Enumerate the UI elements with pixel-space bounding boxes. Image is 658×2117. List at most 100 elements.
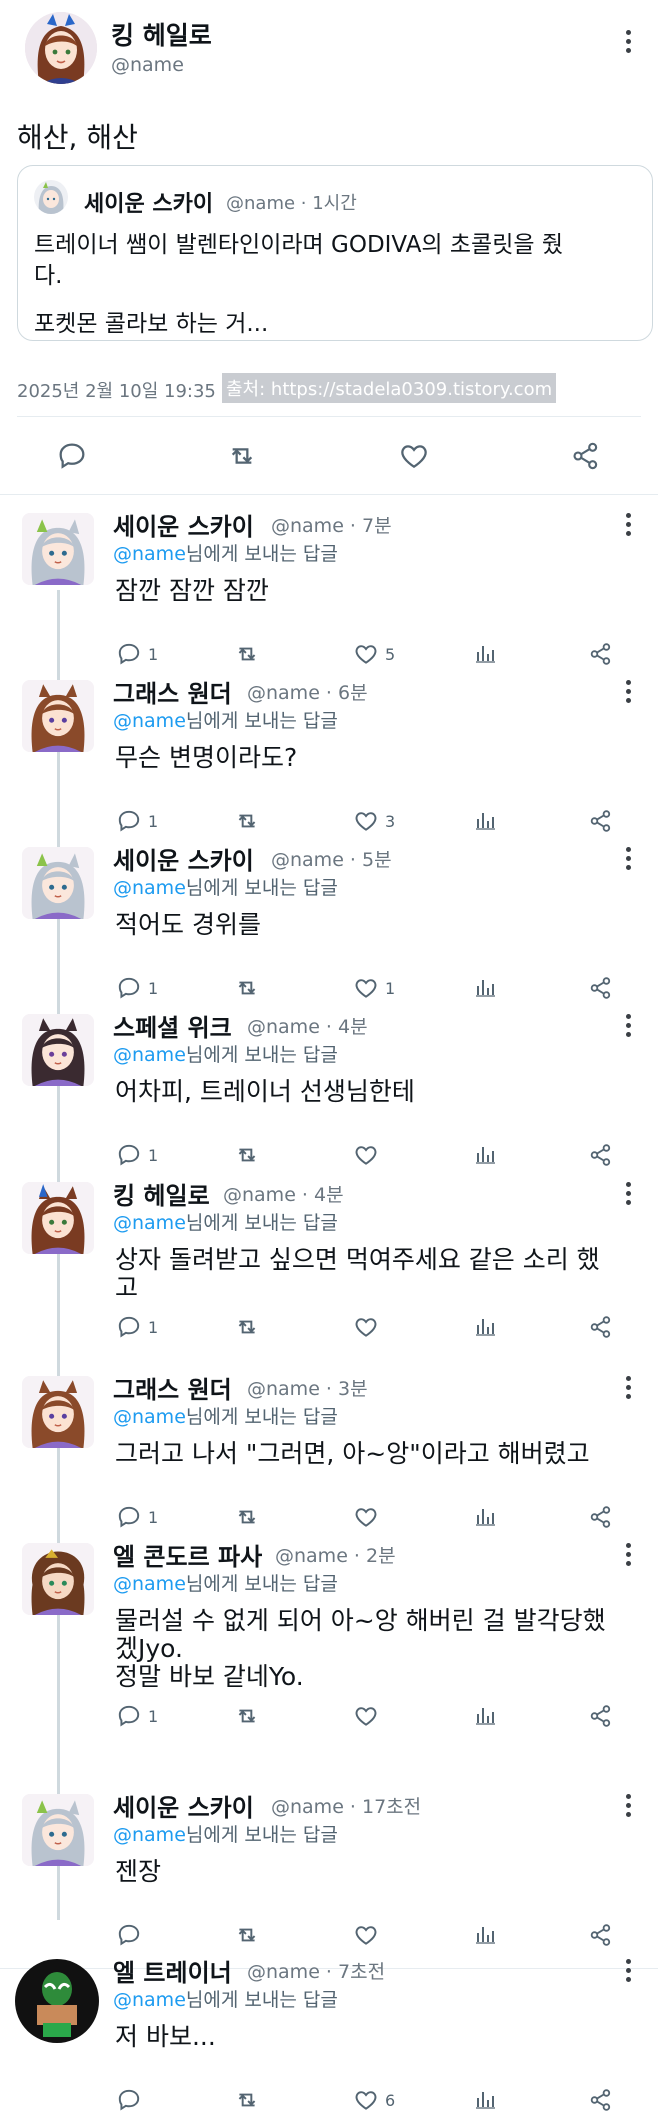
- reply-button[interactable]: 1: [116, 641, 158, 667]
- like-button[interactable]: [353, 1922, 385, 1948]
- retweet-button[interactable]: [233, 1703, 261, 1729]
- mention-link[interactable]: @name: [113, 1824, 186, 1846]
- author-name[interactable]: 세이운 스카이: [113, 1788, 254, 1823]
- mention-link[interactable]: @name: [113, 1044, 186, 1066]
- avatar[interactable]: [22, 680, 94, 752]
- like-button[interactable]: [353, 1142, 385, 1168]
- tweet-timestamp[interactable]: 2025년 2월 10일 19:35: [17, 377, 216, 403]
- analytics-button[interactable]: [473, 1922, 497, 1946]
- mention-link[interactable]: @name: [113, 1406, 186, 1428]
- more-options-icon[interactable]: [626, 1543, 632, 1570]
- reply-button[interactable]: 1: [116, 1703, 158, 1729]
- analytics-button[interactable]: [473, 1142, 497, 1166]
- more-options-icon[interactable]: [626, 1014, 632, 1041]
- author-meta[interactable]: @name · 5분: [271, 845, 392, 872]
- reply-button[interactable]: [116, 2087, 148, 2113]
- retweet-button[interactable]: [233, 1504, 261, 1530]
- retweet-button[interactable]: [233, 2087, 261, 2113]
- share-button[interactable]: [588, 975, 614, 1001]
- author-name[interactable]: 세이운 스카이: [113, 507, 254, 542]
- share-button[interactable]: [588, 1703, 614, 1729]
- avatar[interactable]: [22, 1543, 94, 1615]
- author-name[interactable]: 그래스 원더: [113, 1370, 232, 1405]
- avatar[interactable]: [22, 513, 94, 585]
- author-meta[interactable]: @name · 7분: [271, 511, 392, 538]
- more-options-icon[interactable]: [626, 513, 632, 540]
- avatar[interactable]: [22, 1182, 94, 1254]
- author-meta[interactable]: @name · 2분: [275, 1541, 396, 1568]
- author-name[interactable]: 세이운 스카이: [113, 841, 254, 876]
- share-button[interactable]: [588, 1142, 614, 1168]
- reply-button[interactable]: [116, 1922, 148, 1948]
- reply-icon[interactable]: [56, 440, 88, 472]
- share-button[interactable]: [588, 1922, 614, 1948]
- retweet-button[interactable]: [233, 1922, 261, 1948]
- like-button[interactable]: [353, 1504, 385, 1530]
- more-options-icon[interactable]: [626, 30, 632, 57]
- more-options-icon[interactable]: [626, 1794, 632, 1821]
- more-options-icon[interactable]: [626, 680, 632, 707]
- author-meta[interactable]: @name · 17초전: [271, 1792, 421, 1819]
- author-name[interactable]: 그래스 원더: [113, 674, 232, 709]
- quote-card[interactable]: 세이운 스카이 @name · 1시간 트레이너 쌤이 발렌타인이라며 GODI…: [17, 165, 653, 341]
- author-name[interactable]: 스페셜 위크: [113, 1008, 232, 1043]
- like-button[interactable]: 1: [353, 975, 395, 1001]
- reply-button[interactable]: 1: [116, 975, 158, 1001]
- mention-link[interactable]: @name: [113, 1989, 186, 2011]
- retweet-button[interactable]: [233, 1314, 261, 1340]
- author-name[interactable]: 킹 헤일로: [111, 16, 212, 52]
- avatar[interactable]: [25, 12, 97, 84]
- avatar[interactable]: [22, 1376, 94, 1448]
- avatar[interactable]: [15, 1959, 99, 2043]
- avatar[interactable]: [22, 1794, 94, 1866]
- analytics-button[interactable]: [473, 808, 497, 832]
- author-meta[interactable]: @name · 6분: [247, 678, 368, 705]
- retweet-icon[interactable]: [225, 440, 259, 472]
- author-meta[interactable]: @name · 4분: [247, 1012, 368, 1039]
- like-button[interactable]: 3: [353, 808, 395, 834]
- author-meta[interactable]: @name · 7초전: [247, 1957, 385, 1984]
- avatar[interactable]: [22, 847, 94, 919]
- like-icon[interactable]: [398, 440, 430, 472]
- author-handle[interactable]: @name: [111, 54, 184, 76]
- more-options-icon[interactable]: [626, 1376, 632, 1403]
- share-button[interactable]: [588, 1314, 614, 1340]
- more-options-icon[interactable]: [626, 847, 632, 874]
- analytics-button[interactable]: [473, 1703, 497, 1727]
- mention-link[interactable]: @name: [113, 710, 186, 732]
- retweet-button[interactable]: [233, 1142, 261, 1168]
- analytics-button[interactable]: [473, 2087, 497, 2111]
- share-button[interactable]: [588, 641, 614, 667]
- mention-link[interactable]: @name: [113, 543, 186, 565]
- reply-button[interactable]: 1: [116, 808, 158, 834]
- analytics-button[interactable]: [473, 1504, 497, 1528]
- avatar[interactable]: [22, 1014, 94, 1086]
- retweet-button[interactable]: [233, 808, 261, 834]
- author-meta[interactable]: @name · 4분: [223, 1180, 344, 1207]
- author-meta[interactable]: @name · 3분: [247, 1374, 368, 1401]
- like-button[interactable]: [353, 1703, 385, 1729]
- reply-button[interactable]: 1: [116, 1314, 158, 1340]
- analytics-button[interactable]: [473, 1314, 497, 1338]
- analytics-button[interactable]: [473, 641, 497, 665]
- like-button[interactable]: 5: [353, 641, 395, 667]
- share-icon[interactable]: [570, 440, 602, 472]
- more-options-icon[interactable]: [626, 1182, 632, 1209]
- share-button[interactable]: [588, 1504, 614, 1530]
- author-name[interactable]: 엘 콘도르 파사: [113, 1537, 262, 1572]
- more-options-icon[interactable]: [626, 1959, 632, 1986]
- reply-button[interactable]: 1: [116, 1504, 158, 1530]
- retweet-button[interactable]: [233, 641, 261, 667]
- share-button[interactable]: [588, 808, 614, 834]
- share-button[interactable]: [588, 2087, 614, 2113]
- author-name[interactable]: 킹 헤일로: [113, 1176, 210, 1211]
- mention-link[interactable]: @name: [113, 1573, 186, 1595]
- analytics-button[interactable]: [473, 975, 497, 999]
- reply-button[interactable]: 1: [116, 1142, 158, 1168]
- retweet-button[interactable]: [233, 975, 261, 1001]
- author-name[interactable]: 엘 트레이너: [113, 1953, 232, 1988]
- mention-link[interactable]: @name: [113, 877, 186, 899]
- like-button[interactable]: [353, 1314, 385, 1340]
- mention-link[interactable]: @name: [113, 1212, 186, 1234]
- like-button[interactable]: 6: [353, 2087, 395, 2113]
